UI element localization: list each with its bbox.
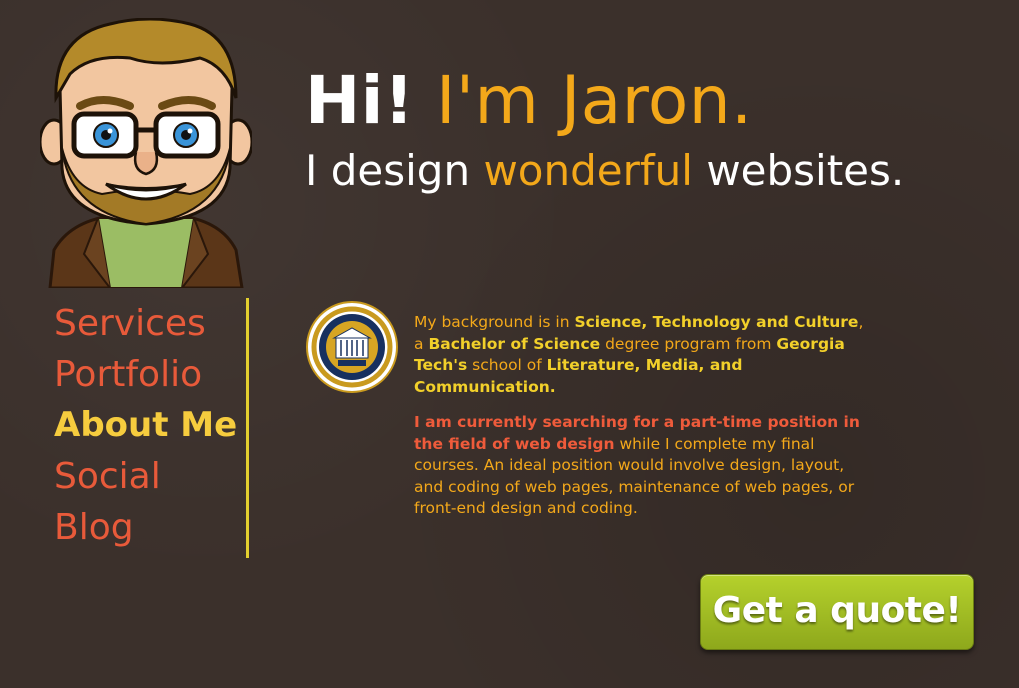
nav-item-blog[interactable]: Blog bbox=[54, 502, 246, 553]
tagline-start: I design bbox=[305, 146, 471, 195]
tagline-accent: wonderful bbox=[483, 146, 693, 195]
page-headline: Hi! I'm Jaron. I design wonderful websit… bbox=[305, 68, 904, 192]
nav-item-social[interactable]: Social bbox=[54, 451, 246, 502]
main-nav: Services Portfolio About Me Social Blog bbox=[54, 298, 249, 558]
cartoon-avatar-icon bbox=[38, 17, 254, 290]
tagline: I design wonderful websites. bbox=[305, 150, 904, 192]
georgia-tech-seal-icon bbox=[305, 300, 399, 394]
about-text: degree program from bbox=[600, 334, 777, 353]
nav-item-about-me[interactable]: About Me bbox=[54, 400, 246, 451]
about-content: My background is in Science, Technology … bbox=[414, 312, 874, 534]
avatar bbox=[38, 17, 254, 290]
about-emphasis: Bachelor of Science bbox=[428, 334, 601, 353]
greeting-hi: Hi! bbox=[305, 62, 415, 139]
greeting-name: I'm Jaron. bbox=[435, 62, 753, 139]
nav-item-services[interactable]: Services bbox=[54, 298, 246, 349]
about-text: school of bbox=[467, 356, 547, 374]
greeting-line: Hi! I'm Jaron. bbox=[305, 68, 904, 134]
about-paragraph-background: My background is in Science, Technology … bbox=[414, 312, 874, 398]
tagline-end: websites. bbox=[706, 146, 905, 195]
about-paragraph-search: I am currently searching for a part-time… bbox=[414, 412, 874, 520]
nav-item-portfolio[interactable]: Portfolio bbox=[54, 349, 246, 400]
get-quote-button[interactable]: Get a quote! bbox=[700, 574, 974, 650]
about-text: My background is in bbox=[414, 313, 575, 331]
about-emphasis: Science, Technology and Culture bbox=[574, 313, 859, 331]
